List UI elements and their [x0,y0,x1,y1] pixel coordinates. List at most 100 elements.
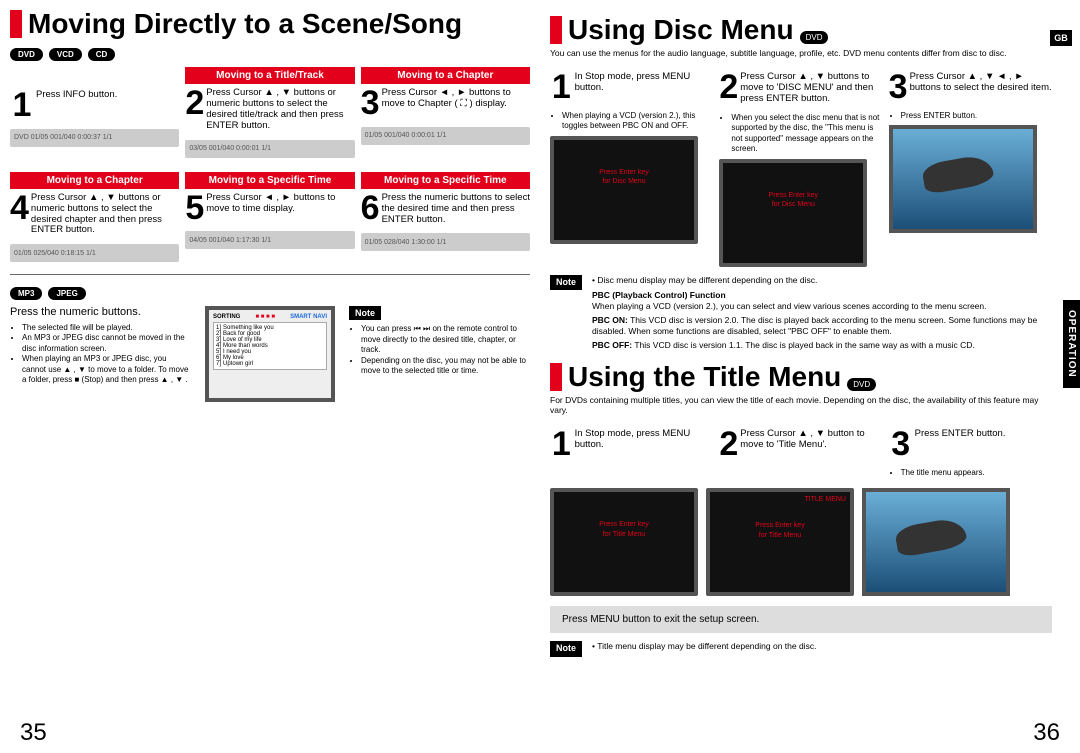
page-right: GB OPERATION Using Disc Menu DVD You can… [540,0,1080,753]
step-text: Press Cursor ▲ , ▼ buttons or numeric bu… [206,88,354,132]
step-num: 1 [10,90,34,121]
pbc-on-text: This VCD disc is version 2.0. The disc i… [592,315,1037,336]
gb-badge: GB [1050,30,1072,46]
title-note: Note • Title menu display may be differe… [550,641,1052,657]
disc-step-2: 2 Press Cursor ▲ , ▼ buttons to move to … [719,68,882,266]
badge-dvd: DVD [10,48,43,61]
step-header: Moving to a Specific Time [185,172,354,189]
tv-line: Press Enter key [554,168,694,178]
step-header: Moving to a Specific Time [361,172,530,189]
tv-dolphin-shot [889,125,1037,233]
mp3-bullet-list: The selected file will be played. An MP3… [10,323,191,385]
disc-info-bar: 01/05 028/040 1:30:00 1/1 [361,233,530,251]
step-header: Moving to a Title/Track [185,67,354,84]
step-text: Press Cursor ▲ , ▼ ◄ , ► buttons to sele… [910,72,1052,94]
title-accent [550,363,562,391]
sub-bullet: When playing a VCD (version 2.), this to… [562,111,713,132]
tv-screenshot: Press Enter key for Disc Menu [550,136,698,244]
step-num: 3 [361,88,380,119]
disc-badge: DVD [800,31,829,44]
step-num: 3 [889,72,908,103]
tv-dolphin-shot [862,488,1010,596]
step-text: Press the numeric buttons to select the … [382,193,530,226]
badge-jpeg: JPEG [48,287,85,300]
disc-menu-section: Using Disc Menu DVD You can use the menu… [550,16,1052,351]
pbc-on-label: PBC ON: [592,315,628,325]
section-title: Using Disc Menu [568,16,794,44]
step-2: Moving to a Title/Track 2 Press Cursor ▲… [185,67,354,158]
sub-bullet: Press ENTER button. [901,111,1052,121]
tv-line: for Title Menu [554,530,694,540]
navi-list: 1]Something like you 2]Back for good 3]L… [213,322,327,370]
list-item: The selected file will be played. [22,323,191,333]
step-text: Press Cursor ◄ , ► buttons to move to Ch… [382,88,530,110]
title-bar-left: Moving Directly to a Scene/Song [10,10,530,38]
navi-heading: SMART NAVI [290,314,327,320]
note-label: Note [349,306,381,320]
title-step-3: 3 Press ENTER button. The title menu app… [889,425,1052,482]
step-num: 3 [889,429,913,460]
badge-vcd: VCD [49,48,82,61]
sub-bullet: When you select the disc menu that is no… [731,113,882,155]
step-num: 2 [719,72,738,103]
title-menu-section: Using the Title Menu DVD For DVDs contai… [550,363,1052,657]
title-accent [10,10,22,38]
step-num: 2 [185,88,204,119]
page-number-left: 35 [20,719,47,747]
pbc-intro: When playing a VCD (version 2.), you can… [592,301,1052,312]
badge-cd: CD [88,48,116,61]
step-text: Press ENTER button. [915,429,1006,440]
title-accent [550,16,562,44]
disc-info-bar: 03/05 001/040 0:00:01 1/1 [185,140,354,158]
step-6: Moving to a Specific Time 6 Press the nu… [361,172,530,263]
tv-line: for Disc Menu [723,200,863,210]
disc-info-bar: 01/05 025/040 0:18:15 1/1 [10,244,179,262]
page-number-right: 36 [1033,719,1060,747]
pbc-title: PBC (Playback Control) Function [592,290,1052,301]
section-intro: You can use the menus for the audio lang… [550,48,1052,58]
list-item: When playing an MP3 or JPEG disc, you ca… [22,354,191,385]
list-item: An MP3 or JPEG disc cannot be moved in t… [22,333,191,354]
exit-instruction: Press MENU button to exit the setup scre… [550,606,1052,633]
tv-line: for Disc Menu [554,177,694,187]
note-text: Title menu display may be different depe… [597,641,816,651]
operation-tab: OPERATION [1063,300,1080,388]
step-text: Press Cursor ◄ , ► buttons to move to ti… [206,193,354,215]
step-text: Press Cursor ▲ , ▼ buttons to move to 'D… [740,72,882,105]
steps-row-2: Moving to a Chapter 4 Press Cursor ▲ , ▼… [10,172,530,263]
numeric-instruction: Press the numeric buttons. [10,306,191,319]
tv-line: Press Enter key [723,191,863,201]
disc-badge: DVD [847,378,876,391]
smart-navi-screen: SORTING ■ ■ ■ ■ SMART NAVI 1]Something l… [205,306,335,402]
pbc-off-text: This VCD disc is version 1.1. The disc i… [634,340,974,350]
steps-row-1: 1 Press INFO button. DVD 01/05 001/040 0… [10,67,530,158]
disc-info-bar: 01/05 001/040 0:00:01 1/1 [361,127,530,145]
list-item: Depending on the disc, you may not be ab… [361,356,530,377]
step-header: Moving to a Chapter [361,67,530,84]
dolphin-icon [921,153,995,195]
disc-step-3: 3 Press Cursor ▲ , ▼ ◄ , ► buttons to se… [889,68,1052,266]
tv-line: Press Enter key [554,520,694,530]
list-item: You can press ⏮ ⏭ on the remote control … [361,324,530,355]
note-bullet-list: You can press ⏮ ⏭ on the remote control … [349,324,530,376]
step-num: 1 [550,72,573,103]
step-text: Press Cursor ▲ , ▼ button to move to 'Ti… [740,429,882,451]
step-num: 1 [550,429,573,460]
step-text: In Stop mode, press MENU button. [575,72,714,94]
dolphin-icon [894,516,968,558]
note-label: Note [550,275,582,291]
tv-screenshot: TITLE MENU Press Enter key for Title Men… [706,488,854,596]
page-left: Moving Directly to a Scene/Song DVD VCD … [0,0,540,753]
step-num: 4 [10,193,29,224]
page-title-left: Moving Directly to a Scene/Song [28,10,462,38]
step-header: Moving to a Chapter [10,172,179,189]
title-steps-row: 1 In Stop mode, press MENU button. 2 Pre… [550,425,1052,482]
step-num: 5 [185,193,204,224]
tv-screenshot: Press Enter key for Disc Menu [719,159,867,267]
step-1: 1 Press INFO button. DVD 01/05 001/040 0… [10,67,179,158]
note-label: Note [550,641,582,657]
sub-bullet: The title menu appears. [901,468,1052,478]
tv-header: TITLE MENU [710,492,850,507]
disc-steps-row: 1 In Stop mode, press MENU button. When … [550,68,1052,266]
sort-heading: SORTING [213,314,240,320]
